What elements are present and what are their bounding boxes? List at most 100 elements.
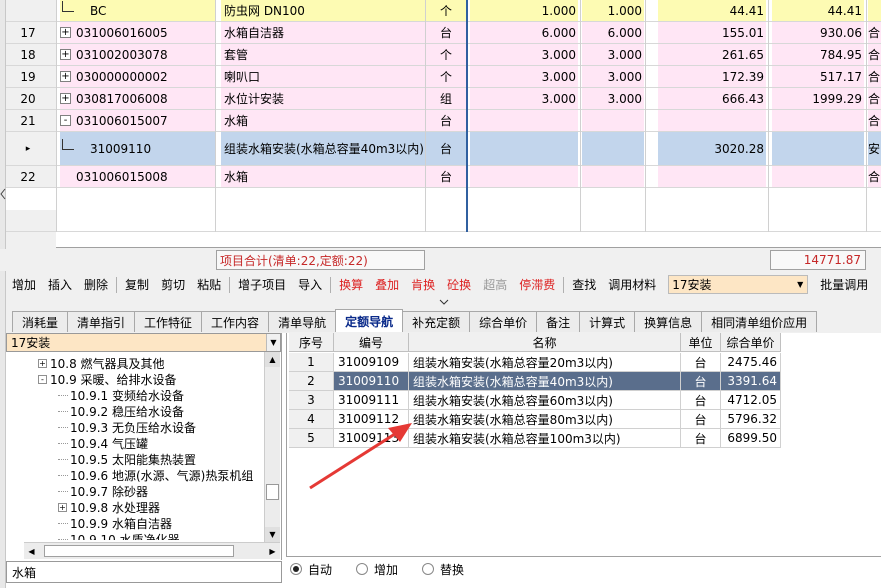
item-extra[interactable]: 合: [868, 88, 881, 109]
item-code[interactable]: +030817006008: [60, 88, 216, 109]
tree-node[interactable]: 10.9.5 太阳能集热装置: [58, 451, 196, 467]
quota-table[interactable]: 序号 编号 名称 单位 综合单价 1 31009109 组装水箱安装(水箱总容量20m3以内)…: [289, 333, 781, 449]
quota-row[interactable]: 1 31009109 组装水箱安装(水箱总容量20m3以内) 台 2475.46: [289, 353, 781, 372]
toolbar-button[interactable]: 查找: [566, 274, 602, 295]
item-quantity-2[interactable]: [582, 132, 644, 165]
toolbar-button[interactable]: 调用材料: [602, 274, 662, 295]
grid-row[interactable]: ▸ 31009110 组装水箱安装(水箱总容量40m3以内) 台 3020.28 安: [0, 132, 881, 166]
tree-node[interactable]: 10.9.2 稳压给水设备: [58, 403, 184, 419]
tree-search-input[interactable]: 水箱: [6, 561, 282, 583]
scroll-left-icon[interactable]: ◀: [24, 544, 39, 559]
item-code[interactable]: 031006015008: [60, 166, 216, 187]
item-unit[interactable]: 台: [426, 166, 466, 187]
item-total[interactable]: 517.17: [772, 66, 864, 87]
toolbar-button[interactable]: 删除: [78, 274, 114, 295]
item-quantity-2[interactable]: [582, 166, 644, 187]
item-extra[interactable]: 合: [868, 22, 881, 43]
toolbar-button[interactable]: 换算: [333, 274, 369, 295]
item-quantity-2[interactable]: 6.000: [582, 22, 644, 43]
tab-3[interactable]: 工作内容: [201, 311, 270, 332]
library-select[interactable]: 17安装 ▼: [668, 275, 809, 294]
item-unit-price[interactable]: 44.41: [658, 0, 766, 21]
item-quantity-2[interactable]: 1.000: [582, 0, 644, 21]
scroll-right-icon[interactable]: ▶: [265, 544, 280, 559]
column-header[interactable]: 编号: [334, 333, 409, 352]
toolbar-button[interactable]: 插入: [42, 274, 78, 295]
tree-node[interactable]: -10.9 采暖、给排水设备: [38, 371, 177, 387]
item-quantity[interactable]: 3.000: [470, 66, 578, 87]
tab-9[interactable]: 计算式: [579, 311, 636, 332]
grid-row[interactable]: 20 +030817006008 水位计安装组 3.000 3.000 666.43 199…: [0, 88, 881, 110]
quota-row[interactable]: 4 31009112 组装水箱安装(水箱总容量80m3以内) 台 5796.32: [289, 410, 781, 429]
grid-row[interactable]: 22 031006015008 水箱台 合: [0, 166, 881, 188]
item-unit[interactable]: 台: [426, 22, 466, 43]
toolbar-button[interactable]: 肯换: [405, 274, 441, 295]
item-code[interactable]: -031006015007: [60, 110, 216, 131]
tree-node[interactable]: 10.9.3 无负压给水设备: [58, 419, 196, 435]
tree-node[interactable]: +10.8 燃气器具及其他: [38, 355, 165, 371]
item-quantity[interactable]: [470, 110, 578, 131]
scroll-down-icon[interactable]: ▼: [265, 527, 280, 542]
item-name[interactable]: 喇叭口: [221, 66, 425, 87]
column-header[interactable]: 序号: [289, 333, 334, 352]
tab-5[interactable]: 定额导航: [335, 309, 404, 332]
panel-splitter[interactable]: [6, 297, 881, 306]
item-name[interactable]: 水箱: [221, 110, 425, 131]
toolbar-button[interactable]: 粘贴: [191, 274, 227, 295]
scroll-thumb[interactable]: [44, 545, 234, 557]
tab-11[interactable]: 相同清单组价应用: [701, 311, 818, 332]
quota-row[interactable]: 5 31009113 组装水箱安装(水箱总容量100m3以内) 台 6899.50: [289, 429, 781, 448]
item-unit-price[interactable]: 3020.28: [658, 132, 766, 165]
item-total[interactable]: 930.06: [772, 22, 864, 43]
collapse-icon[interactable]: -: [38, 374, 47, 384]
item-quantity-2[interactable]: 3.000: [582, 88, 644, 109]
item-unit-price[interactable]: 666.43: [658, 88, 766, 109]
tree-horizontal-scrollbar[interactable]: ◀ ▶: [24, 542, 280, 559]
item-code[interactable]: +031002003078: [60, 44, 216, 65]
expand-icon[interactable]: +: [60, 71, 71, 82]
item-extra[interactable]: 合: [868, 44, 881, 65]
item-quantity-2[interactable]: 3.000: [582, 66, 644, 87]
item-quantity-2[interactable]: 3.000: [582, 44, 644, 65]
item-code[interactable]: 31009110: [60, 132, 216, 165]
radio-option[interactable]: 替换: [422, 561, 464, 578]
grid-row-empty[interactable]: [0, 210, 881, 232]
item-extra[interactable]: [868, 0, 881, 21]
item-quantity[interactable]: [470, 132, 578, 165]
tree-node[interactable]: 10.9.1 变频给水设备: [58, 387, 184, 403]
scroll-up-icon[interactable]: ▲: [265, 352, 280, 367]
tree-vertical-scrollbar[interactable]: ▲ ▼: [264, 352, 280, 542]
item-code[interactable]: +030000000002: [60, 66, 216, 87]
item-total[interactable]: [772, 132, 864, 165]
item-code[interactable]: BC: [60, 0, 216, 21]
toolbar-button[interactable]: 增子项目: [232, 274, 292, 295]
expand-icon[interactable]: +: [60, 93, 71, 104]
item-quantity[interactable]: 6.000: [470, 22, 578, 43]
toolbar-button[interactable]: 叠加: [369, 274, 405, 295]
item-extra[interactable]: 合: [868, 66, 881, 87]
item-unit[interactable]: 个: [426, 66, 466, 87]
expand-icon[interactable]: +: [60, 49, 71, 60]
grid-row[interactable]: 18 +031002003078 套管个 3.000 3.000 261.65 784.95…: [0, 44, 881, 66]
expand-icon[interactable]: +: [38, 358, 47, 368]
item-unit[interactable]: 个: [426, 0, 466, 21]
item-name[interactable]: 防虫网 DN100: [221, 0, 425, 21]
batch-call-button[interactable]: 批量调用: [814, 274, 874, 295]
item-unit-price[interactable]: [658, 166, 766, 187]
tree-node[interactable]: +10.9.8 水处理器: [58, 499, 160, 515]
tab-1[interactable]: 清单指引: [67, 311, 136, 332]
item-unit[interactable]: 台: [426, 110, 466, 131]
expand-icon[interactable]: +: [58, 502, 67, 512]
tab-7[interactable]: 综合单价: [469, 311, 538, 332]
item-unit-price[interactable]: 155.01: [658, 22, 766, 43]
tab-8[interactable]: 备注: [536, 311, 581, 332]
column-header[interactable]: 单位: [681, 333, 721, 352]
item-quantity[interactable]: 3.000: [470, 44, 578, 65]
toolbar-button[interactable]: 砼换: [441, 274, 477, 295]
item-quantity-2[interactable]: [582, 110, 644, 131]
item-extra[interactable]: 合: [868, 166, 881, 187]
scroll-thumb[interactable]: [266, 484, 279, 500]
item-unit-price[interactable]: 172.39: [658, 66, 766, 87]
tab-0[interactable]: 消耗量: [12, 311, 69, 332]
item-total[interactable]: 784.95: [772, 44, 864, 65]
